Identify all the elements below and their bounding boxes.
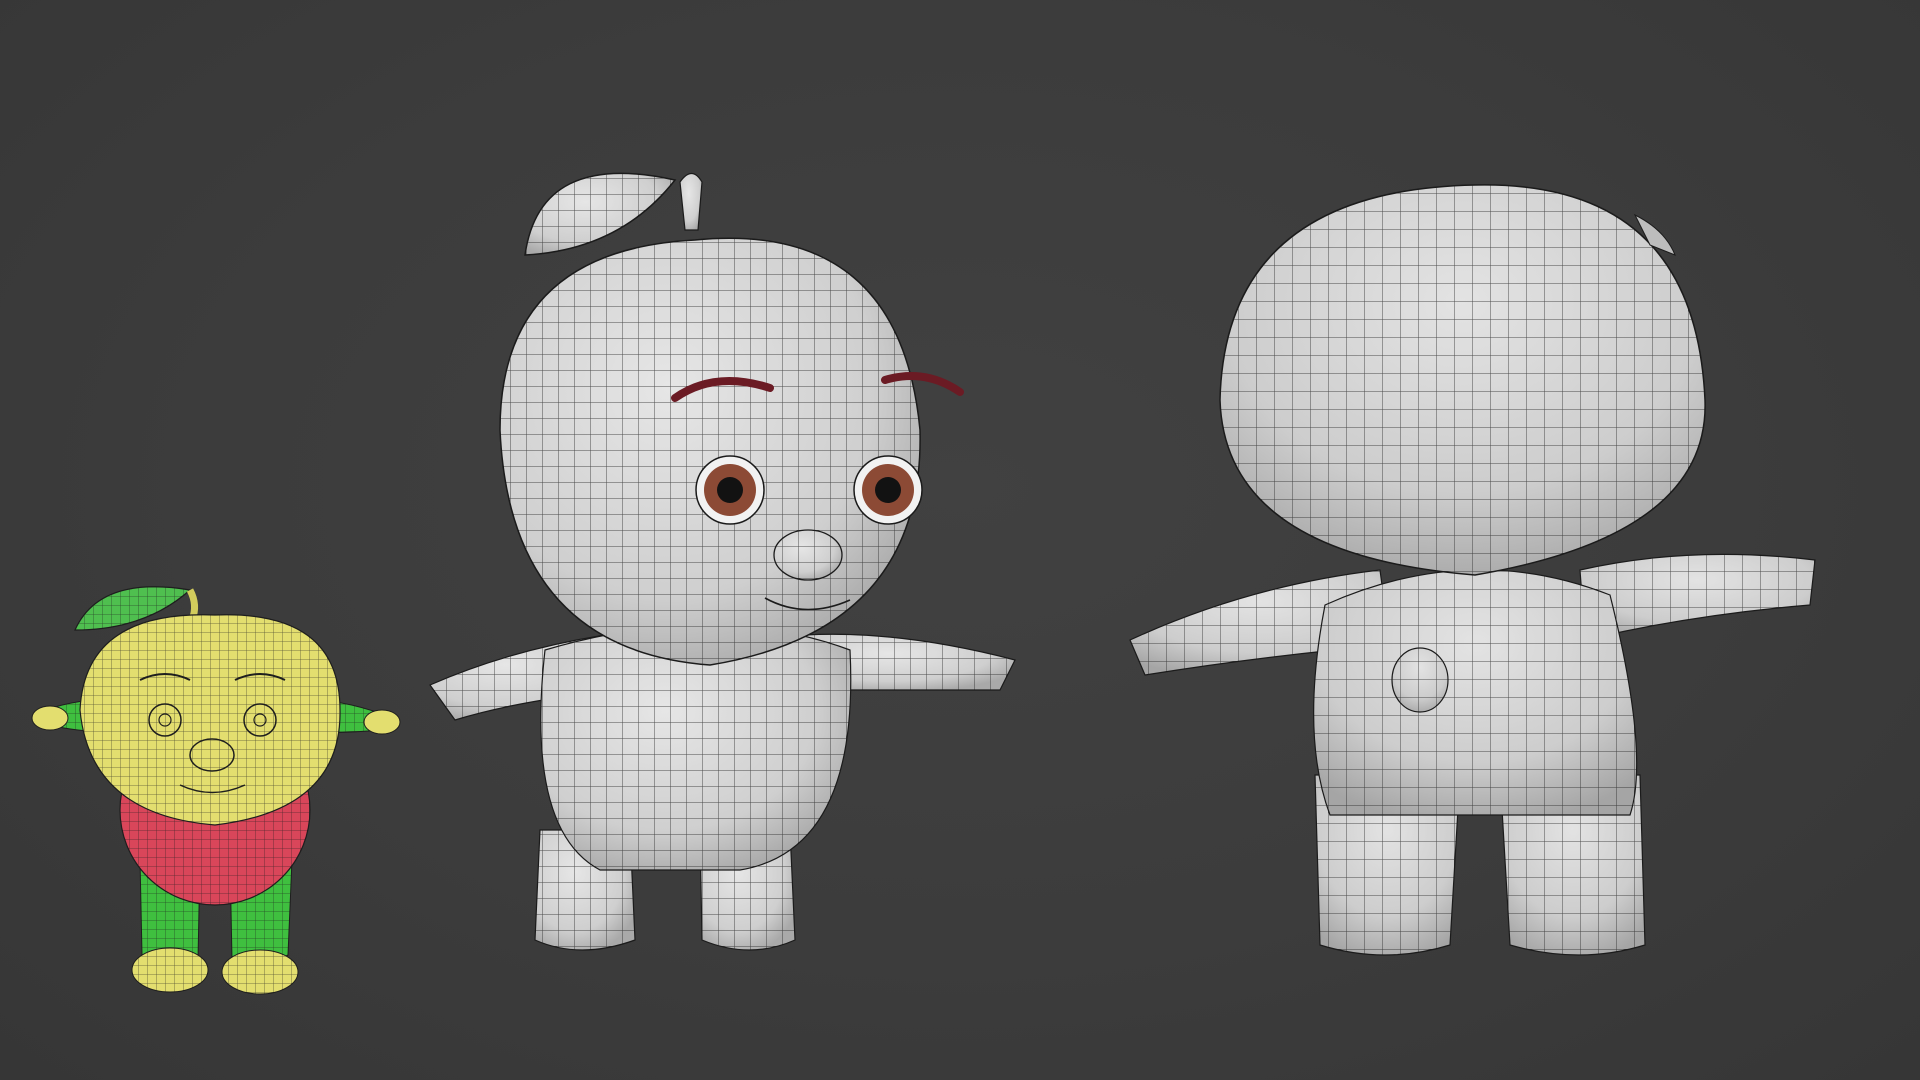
torso-shape — [1313, 569, 1638, 816]
back-wireframe-svg — [1129, 184, 1816, 956]
3d-viewport[interactable] — [0, 0, 1920, 1080]
head-shape — [79, 614, 341, 826]
back-wireframe-character-model[interactable] — [1129, 175, 1830, 975]
right-eye — [853, 455, 923, 525]
head-shape — [1219, 184, 1706, 576]
front-wireframe-character-model[interactable] — [429, 130, 1020, 980]
colored-character-svg — [31, 586, 401, 995]
front-wireframe-svg — [429, 172, 1016, 951]
colored-character-model[interactable] — [30, 560, 401, 1060]
head-shape — [499, 237, 964, 666]
left-eye — [695, 455, 765, 525]
